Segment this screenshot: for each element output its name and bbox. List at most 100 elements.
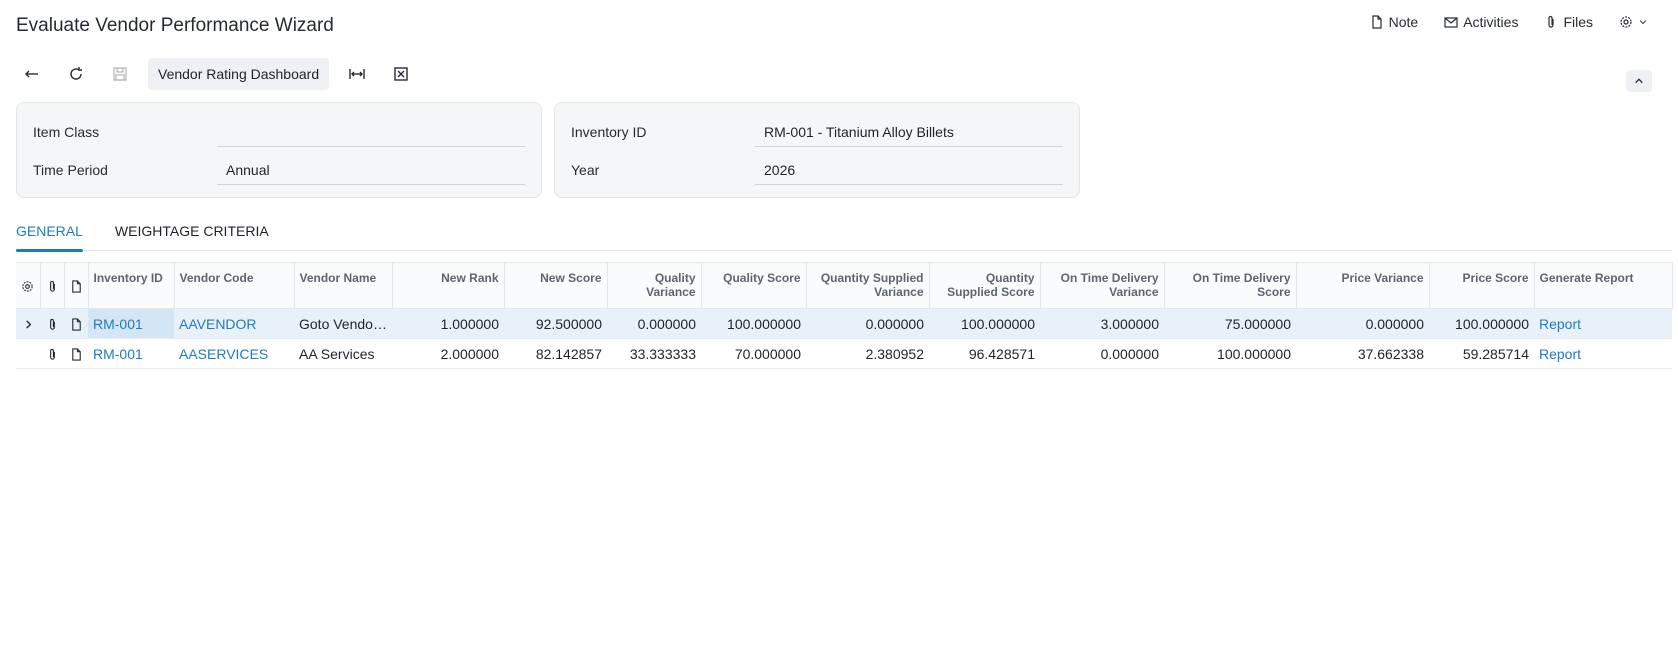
- paperclip-icon: [49, 319, 55, 330]
- export-excel-button[interactable]: [385, 58, 417, 90]
- cell-otd-variance: 0.000000: [1040, 338, 1164, 369]
- row-selector[interactable]: [16, 338, 40, 369]
- filter-panel-left: Item Class Time Period Annual: [16, 102, 542, 198]
- activities-button[interactable]: Activities: [1444, 14, 1518, 30]
- table-row[interactable]: RM-001 AAVENDOR Goto Vendo… 1.000000 92.…: [16, 308, 1672, 339]
- header-vendor-name[interactable]: Vendor Name: [294, 262, 393, 309]
- header-otd-score-line1: On Time Delivery: [1192, 271, 1291, 285]
- header-generate-report[interactable]: Generate Report: [1534, 262, 1673, 309]
- chevron-up-icon: [1635, 78, 1643, 84]
- note-icon: [71, 280, 81, 293]
- header-inventory-id[interactable]: Inventory ID: [88, 262, 175, 309]
- save-icon: [113, 67, 127, 81]
- cell-price-variance: 37.662338: [1296, 338, 1429, 369]
- note-icon: [71, 318, 81, 331]
- cell-generate-report[interactable]: Report: [1534, 338, 1672, 369]
- header-qty-supplied-variance[interactable]: Quantity Supplied Variance: [806, 262, 930, 309]
- settings-menu-button[interactable]: [1619, 15, 1648, 29]
- save-button[interactable]: [104, 58, 136, 90]
- refresh-button[interactable]: [60, 58, 92, 90]
- header-quality-variance[interactable]: Quality Variance: [607, 262, 702, 309]
- time-period-row: Time Period Annual: [33, 155, 525, 185]
- column-settings-button[interactable]: [16, 262, 41, 309]
- inventory-id-link[interactable]: RM-001: [93, 346, 143, 362]
- row-notes-button[interactable]: [64, 338, 88, 369]
- tab-weightage-criteria[interactable]: WEIGHTAGE CRITERIA: [115, 223, 269, 250]
- report-link[interactable]: Report: [1539, 316, 1581, 332]
- filter-panel-right: Inventory ID RM-001 - Titanium Alloy Bil…: [554, 102, 1080, 198]
- activities-label: Activities: [1463, 14, 1519, 30]
- header-otd-variance[interactable]: On Time Delivery Variance: [1040, 262, 1165, 309]
- cell-quality-score: 100.000000: [701, 308, 806, 339]
- undo-button[interactable]: [16, 58, 48, 90]
- cell-inventory-id[interactable]: RM-001: [88, 308, 174, 339]
- cell-new-rank: 1.000000: [392, 308, 504, 339]
- header-new-score[interactable]: New Score: [504, 262, 608, 309]
- vendor-code-link[interactable]: AAVENDOR: [179, 316, 257, 332]
- header-new-rank[interactable]: New Rank: [392, 262, 505, 309]
- header-qty-supplied-score-line1: Quantity: [985, 271, 1035, 285]
- inventory-id-row: Inventory ID RM-001 - Titanium Alloy Bil…: [571, 117, 1063, 147]
- vendor-rating-dashboard-button[interactable]: Vendor Rating Dashboard: [148, 58, 330, 90]
- toolbar: Vendor Rating Dashboard: [16, 58, 429, 90]
- cell-vendor-code[interactable]: AAVENDOR: [174, 308, 294, 339]
- cell-qty-supplied-variance: 0.000000: [806, 308, 929, 339]
- table-row[interactable]: RM-001 AASERVICES AA Services 2.000000 8…: [16, 338, 1672, 369]
- cell-quality-score: 70.000000: [701, 338, 806, 369]
- top-actions: Note Activities Files: [1370, 14, 1648, 30]
- cell-otd-score: 100.000000: [1164, 338, 1296, 369]
- expand-row-button[interactable]: [16, 308, 40, 339]
- header-otd-score-line2: Score: [1257, 285, 1291, 299]
- report-link[interactable]: Report: [1539, 346, 1581, 362]
- cell-vendor-name: Goto Vendo…: [294, 308, 392, 339]
- tab-general[interactable]: GENERAL: [16, 223, 83, 252]
- grid-header-row: Inventory ID Vendor Code Vendor Name New…: [16, 262, 1673, 309]
- cell-otd-score: 75.000000: [1164, 308, 1296, 339]
- gear-icon: [1620, 16, 1632, 28]
- files-column-header: [40, 262, 65, 309]
- year-row: Year 2026: [571, 155, 1063, 185]
- chevron-right-icon: [25, 320, 31, 329]
- cell-vendor-code[interactable]: AASERVICES: [174, 338, 294, 369]
- cell-price-variance: 0.000000: [1296, 308, 1429, 339]
- cell-generate-report[interactable]: Report: [1534, 308, 1672, 339]
- header-quality-variance-line2: Variance: [646, 285, 696, 299]
- cell-new-score: 92.500000: [504, 308, 607, 339]
- item-class-field[interactable]: [217, 117, 525, 147]
- row-files-button[interactable]: [40, 308, 64, 339]
- mail-icon: [1444, 17, 1458, 28]
- header-quality-score[interactable]: Quality Score: [701, 262, 807, 309]
- collapse-header-button[interactable]: [1626, 70, 1652, 92]
- vendor-performance-grid: Inventory ID Vendor Code Vendor Name New…: [16, 262, 1673, 369]
- inventory-id-field[interactable]: RM-001 - Titanium Alloy Billets: [755, 117, 1063, 147]
- cell-qty-supplied-score: 96.428571: [929, 338, 1040, 369]
- year-field[interactable]: 2026: [755, 155, 1063, 185]
- paperclip-icon: [1548, 15, 1555, 28]
- notes-column-header: [64, 262, 89, 309]
- undo-icon: [25, 70, 38, 78]
- inventory-id-link[interactable]: RM-001: [93, 316, 143, 332]
- vendor-code-link[interactable]: AASERVICES: [179, 346, 268, 362]
- refresh-icon: [70, 67, 82, 80]
- cell-qty-supplied-score: 100.000000: [929, 308, 1040, 339]
- cell-inventory-id[interactable]: RM-001: [88, 338, 174, 369]
- header-otd-variance-line2: Variance: [1109, 285, 1159, 299]
- time-period-field[interactable]: Annual: [217, 155, 525, 185]
- row-files-button[interactable]: [40, 338, 64, 369]
- header-vendor-code[interactable]: Vendor Code: [174, 262, 295, 309]
- header-otd-score[interactable]: On Time Delivery Score: [1164, 262, 1297, 309]
- row-notes-button[interactable]: [64, 308, 88, 339]
- header-price-variance[interactable]: Price Variance: [1296, 262, 1430, 309]
- year-label: Year: [571, 162, 600, 178]
- note-icon: [1372, 15, 1382, 29]
- note-button[interactable]: Note: [1370, 14, 1418, 30]
- cell-price-score: 100.000000: [1429, 308, 1534, 339]
- fit-columns-button[interactable]: [341, 58, 373, 90]
- header-qty-supplied-variance-line2: Variance: [874, 285, 924, 299]
- header-qty-supplied-score-line2: Supplied Score: [947, 285, 1035, 299]
- header-qty-supplied-score[interactable]: Quantity Supplied Score: [929, 262, 1041, 309]
- header-price-score[interactable]: Price Score: [1429, 262, 1535, 309]
- files-button[interactable]: Files: [1544, 14, 1593, 30]
- item-class-label: Item Class: [33, 124, 100, 140]
- paperclip-icon: [49, 280, 55, 292]
